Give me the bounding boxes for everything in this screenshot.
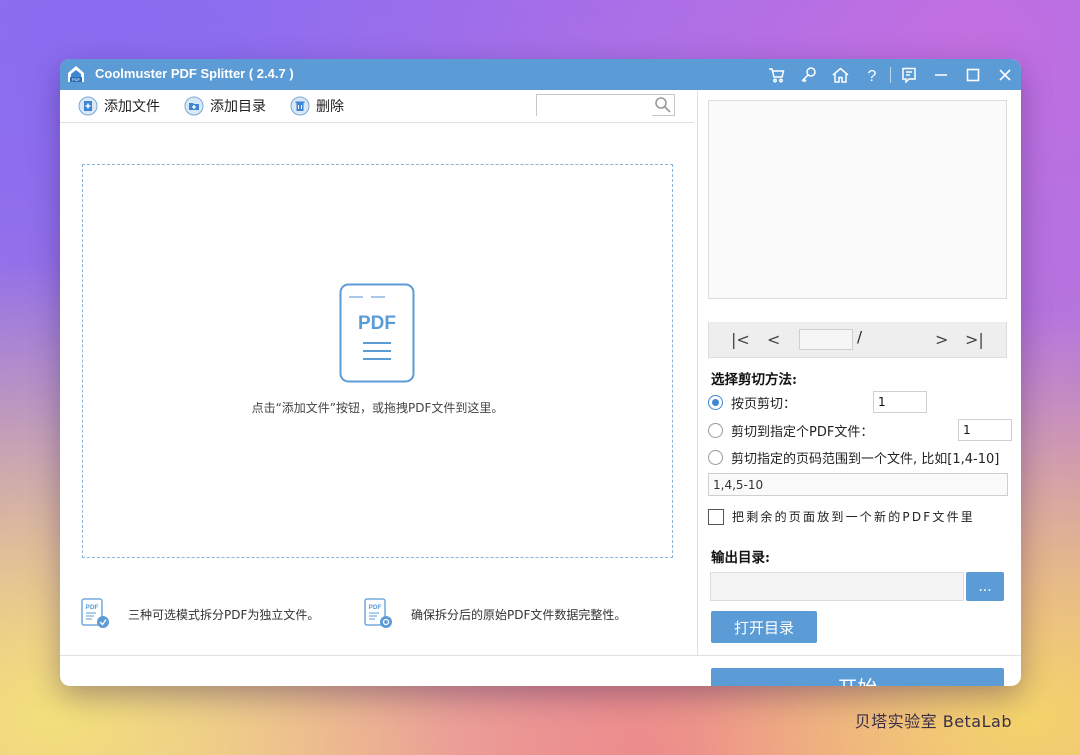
status-bar-divider: [60, 655, 1021, 656]
cart-icon[interactable]: [760, 59, 792, 90]
close-icon[interactable]: [989, 59, 1021, 90]
add-file-button[interactable]: 添加文件: [78, 96, 160, 116]
page-range-input[interactable]: 1,4,5-10: [708, 473, 1008, 496]
option-split-by-page-label: 按页剪切：: [731, 397, 797, 412]
next-page-icon[interactable]: >: [935, 330, 948, 349]
add-directory-button[interactable]: 添加目录: [184, 96, 266, 116]
browse-button[interactable]: ...: [966, 572, 1004, 601]
search-icon[interactable]: [654, 96, 672, 114]
prev-page-icon[interactable]: <: [767, 330, 780, 349]
feature-icon-text: PDF: [86, 604, 99, 611]
pdf-icon-text: PDF: [358, 313, 396, 334]
split-method-title: 选择剪切方法:: [711, 372, 797, 388]
option-split-into-files[interactable]: 剪切到指定个PDF文件：: [708, 421, 873, 440]
add-file-label: 添加文件: [104, 99, 160, 115]
search-box[interactable]: [536, 94, 675, 116]
page-separator: /: [857, 328, 863, 346]
pdf-document-icon: PDF: [339, 283, 415, 383]
pdf-settings-icon: PDF: [364, 598, 392, 628]
add-file-icon: [78, 96, 98, 116]
radio-split-by-page[interactable]: [708, 395, 723, 410]
open-directory-button[interactable]: 打开目录: [711, 611, 817, 643]
option-page-range-label: 剪切指定的页码范围到一个文件, 比如[1,4-10]: [731, 452, 1000, 467]
remaining-pages-label: 把剩余的页面放到一个新的PDF文件里: [732, 510, 975, 524]
preview-navigation: |< < / > >|: [708, 322, 1007, 358]
option-split-by-page[interactable]: 按页剪切：: [708, 393, 796, 412]
remaining-pages-checkbox[interactable]: [708, 508, 724, 525]
radio-page-range[interactable]: [708, 450, 723, 465]
home-icon[interactable]: [824, 59, 856, 90]
last-page-icon[interactable]: >|: [965, 330, 984, 349]
title-bar: PDF Coolmuster PDF Splitter ( 2.4.7 ) ?: [60, 59, 1021, 90]
app-logo-icon: PDF: [68, 66, 84, 82]
svg-text:?: ?: [868, 68, 877, 83]
output-dir-title: 输出目录:: [711, 550, 770, 566]
drop-hint-text: 点击“添加文件”按钮，或拖拽PDF文件到这里。: [251, 401, 504, 415]
file-panel: 添加文件 添加目录 删除 PDF 点击“添加文件”按钮，或拖拽PDF文件到这里。…: [60, 90, 697, 686]
trash-icon: [290, 96, 310, 116]
toolbar: 添加文件 添加目录 删除: [60, 90, 694, 123]
feature-icon-text: PDF: [369, 604, 382, 611]
output-path-field[interactable]: [710, 572, 964, 601]
search-input[interactable]: [537, 96, 652, 116]
feature-item-split-modes: PDF 三种可选模式拆分PDF为独立文件。: [80, 598, 319, 630]
help-icon[interactable]: ?: [856, 59, 888, 90]
file-count-input[interactable]: 1: [958, 419, 1012, 441]
app-window: PDF Coolmuster PDF Splitter ( 2.4.7 ) ?: [60, 59, 1021, 686]
drop-zone[interactable]: PDF 点击“添加文件”按钮，或拖拽PDF文件到这里。: [82, 164, 673, 558]
titlebar-separator: [890, 66, 891, 83]
remaining-pages-option[interactable]: 把剩余的页面放到一个新的PDF文件里: [708, 508, 975, 525]
feature-text-split-modes: 三种可选模式拆分PDF为独立文件。: [128, 607, 320, 622]
feature-text-integrity: 确保拆分后的原始PDF文件数据完整性。: [411, 607, 627, 622]
option-split-into-files-label: 剪切到指定个PDF文件：: [731, 425, 874, 440]
maximize-icon[interactable]: [957, 59, 989, 90]
watermark-text: 贝塔实验室 BetaLab: [854, 712, 1012, 731]
pages-per-split-input[interactable]: 1: [873, 391, 927, 413]
add-folder-icon: [184, 96, 204, 116]
page-preview: [708, 100, 1007, 299]
radio-split-into-files[interactable]: [708, 423, 723, 438]
delete-button[interactable]: 删除: [290, 96, 344, 116]
app-title: Coolmuster PDF Splitter ( 2.4.7 ): [95, 66, 294, 81]
first-page-icon[interactable]: |<: [731, 330, 750, 349]
key-icon[interactable]: [792, 59, 824, 90]
settings-panel: |< < / > >| 选择剪切方法: 按页剪切： 1 剪切到指定个PDF文件：…: [698, 90, 1021, 686]
option-page-range[interactable]: 剪切指定的页码范围到一个文件, 比如[1,4-10]: [708, 448, 999, 467]
page-number-input[interactable]: [799, 329, 853, 350]
start-button[interactable]: 开始: [711, 668, 1004, 686]
minimize-icon[interactable]: [925, 59, 957, 90]
delete-label: 删除: [316, 99, 344, 115]
svg-text:PDF: PDF: [72, 77, 81, 82]
feature-item-integrity: PDF 确保拆分后的原始PDF文件数据完整性。: [363, 598, 626, 630]
feedback-icon[interactable]: [893, 59, 925, 90]
pdf-check-icon: PDF: [81, 598, 109, 628]
add-directory-label: 添加目录: [210, 99, 266, 115]
